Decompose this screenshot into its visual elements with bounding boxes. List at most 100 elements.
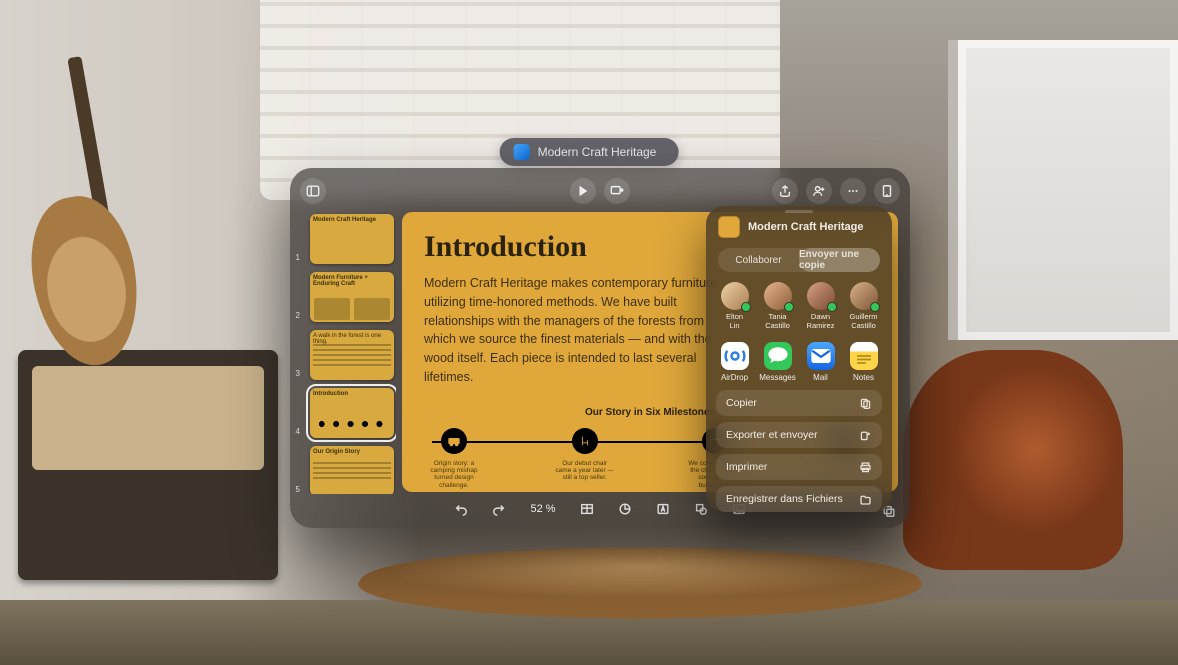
share-app-notes[interactable]: Notes — [845, 342, 882, 382]
sideboard — [18, 350, 278, 580]
share-app-messages[interactable]: Messages — [759, 342, 796, 382]
person-name: Castillo — [845, 322, 882, 331]
slide-thumbnail[interactable]: Modern Craft Heritage — [310, 214, 394, 264]
print-icon — [859, 461, 872, 474]
chair-icon — [572, 428, 598, 454]
share-apps-row: AirDrop Messages Mail Notes — [706, 338, 892, 390]
sidebar-toggle-button[interactable] — [300, 178, 326, 204]
person-name: Castillo — [759, 322, 796, 331]
insert-text-button[interactable] — [652, 498, 674, 520]
keynote-badge-icon — [514, 144, 530, 160]
messages-icon — [764, 342, 792, 370]
person-plus-icon — [812, 184, 826, 198]
segment-send-copy[interactable]: Envoyer une copie — [799, 248, 880, 272]
play-button[interactable] — [570, 178, 596, 204]
ellipsis-icon — [846, 184, 860, 198]
chart-icon — [618, 502, 632, 516]
collaborate-button[interactable] — [806, 178, 832, 204]
slide-thumbnail[interactable]: Our Origin Story — [310, 446, 394, 494]
breadcrumb-title: Modern Craft Heritage — [538, 145, 657, 159]
notes-icon — [850, 342, 878, 370]
slide-number: 5 — [290, 485, 300, 494]
ipad-icon — [880, 184, 894, 198]
text-icon — [656, 502, 670, 516]
app-label: Messages — [759, 373, 796, 382]
slide-thumbnail[interactable]: Modern Furniture + Enduring Craft — [310, 272, 394, 322]
sidebar-icon — [306, 184, 320, 198]
play-icon — [576, 184, 590, 198]
avatar — [764, 282, 792, 310]
share-people-row: Elton Lin Tania Castillo Dawn Ramirez Gu… — [706, 282, 892, 338]
action-label: Enregistrer dans Fichiers — [726, 493, 843, 505]
share-button[interactable] — [772, 178, 798, 204]
share-popover: Modern Craft Heritage Collaborer Envoyer… — [706, 206, 892, 512]
popover-title: Modern Craft Heritage — [748, 221, 864, 233]
breadcrumb[interactable]: Modern Craft Heritage — [500, 138, 679, 166]
avatar — [850, 282, 878, 310]
person-name: Ramirez — [802, 322, 839, 331]
airdrop-icon — [721, 342, 749, 370]
table-icon — [580, 502, 594, 516]
shape-icon — [694, 502, 708, 516]
thumb-title: Modern Craft Heritage — [313, 217, 391, 223]
timeline-caption: Our debut chair came a year later —still… — [555, 460, 615, 482]
thumb-title: Introduction — [313, 391, 391, 397]
slide-navigator[interactable]: 1 Modern Craft Heritage 2 Modern Furnitu… — [290, 210, 396, 494]
folder-icon — [859, 493, 872, 506]
devices-button[interactable] — [874, 178, 900, 204]
share-person[interactable]: Dawn Ramirez — [802, 282, 839, 330]
redo-icon — [492, 502, 506, 516]
app-label: Mail — [802, 373, 839, 382]
zoom-level[interactable]: 52 % — [526, 503, 559, 515]
slide-number: 2 — [290, 311, 300, 320]
person-name: Lin — [716, 322, 753, 331]
status-badge-icon — [784, 302, 794, 312]
action-label: Exporter et envoyer — [726, 429, 818, 441]
share-person[interactable]: Tania Castillo — [759, 282, 796, 330]
status-badge-icon — [870, 302, 880, 312]
guitar — [26, 56, 144, 366]
share-person[interactable]: Elton Lin — [716, 282, 753, 330]
slide-body: Modern Craft Heritage makes contemporary… — [424, 274, 724, 387]
slide-thumbnail[interactable]: A walk in the forest is one thing. — [310, 330, 394, 380]
app-label: Notes — [845, 373, 882, 382]
present-external-button[interactable] — [604, 178, 630, 204]
segment-collaborate[interactable]: Collaborer — [718, 248, 799, 272]
action-print[interactable]: Imprimer — [716, 454, 882, 480]
slide-number: 4 — [290, 427, 300, 436]
timeline-caption: Origin story: a camping mishap turned de… — [424, 460, 484, 490]
action-label: Imprimer — [726, 461, 767, 473]
popover-grabber[interactable] — [785, 210, 813, 213]
redo-button[interactable] — [488, 498, 510, 520]
avatar — [807, 282, 835, 310]
timeline-item: Origin story: a camping mishap turned de… — [424, 428, 484, 490]
app-label: AirDrop — [716, 373, 753, 382]
action-save-files[interactable]: Enregistrer dans Fichiers — [716, 486, 882, 512]
copy-icon — [859, 397, 872, 410]
share-app-airdrop[interactable]: AirDrop — [716, 342, 753, 382]
slide-number: 3 — [290, 369, 300, 378]
avatar — [721, 282, 749, 310]
share-app-mail[interactable]: Mail — [802, 342, 839, 382]
action-copy[interactable]: Copier — [716, 390, 882, 416]
share-person[interactable]: Guillerm Castillo — [845, 282, 882, 330]
camper-icon — [441, 428, 467, 454]
insert-chart-button[interactable] — [614, 498, 636, 520]
status-badge-icon — [827, 302, 837, 312]
action-export[interactable]: Exporter et envoyer — [716, 422, 882, 448]
status-badge-icon — [741, 302, 751, 312]
slide-thumbnail-selected[interactable]: Introduction — [310, 388, 394, 438]
share-actions: Copier Exporter et envoyer Imprimer Enre… — [706, 390, 892, 512]
export-icon — [859, 429, 872, 442]
thumb-title: Modern Furniture + Enduring Craft — [313, 275, 391, 288]
slide-number: 1 — [290, 253, 300, 262]
undo-button[interactable] — [450, 498, 472, 520]
more-button[interactable] — [840, 178, 866, 204]
top-toolbar — [290, 176, 910, 206]
mail-icon — [807, 342, 835, 370]
share-mode-segment[interactable]: Collaborer Envoyer une copie — [718, 248, 880, 272]
insert-table-button[interactable] — [576, 498, 598, 520]
action-label: Copier — [726, 397, 757, 409]
thumb-title: Our Origin Story — [313, 449, 391, 455]
share-icon — [778, 184, 792, 198]
